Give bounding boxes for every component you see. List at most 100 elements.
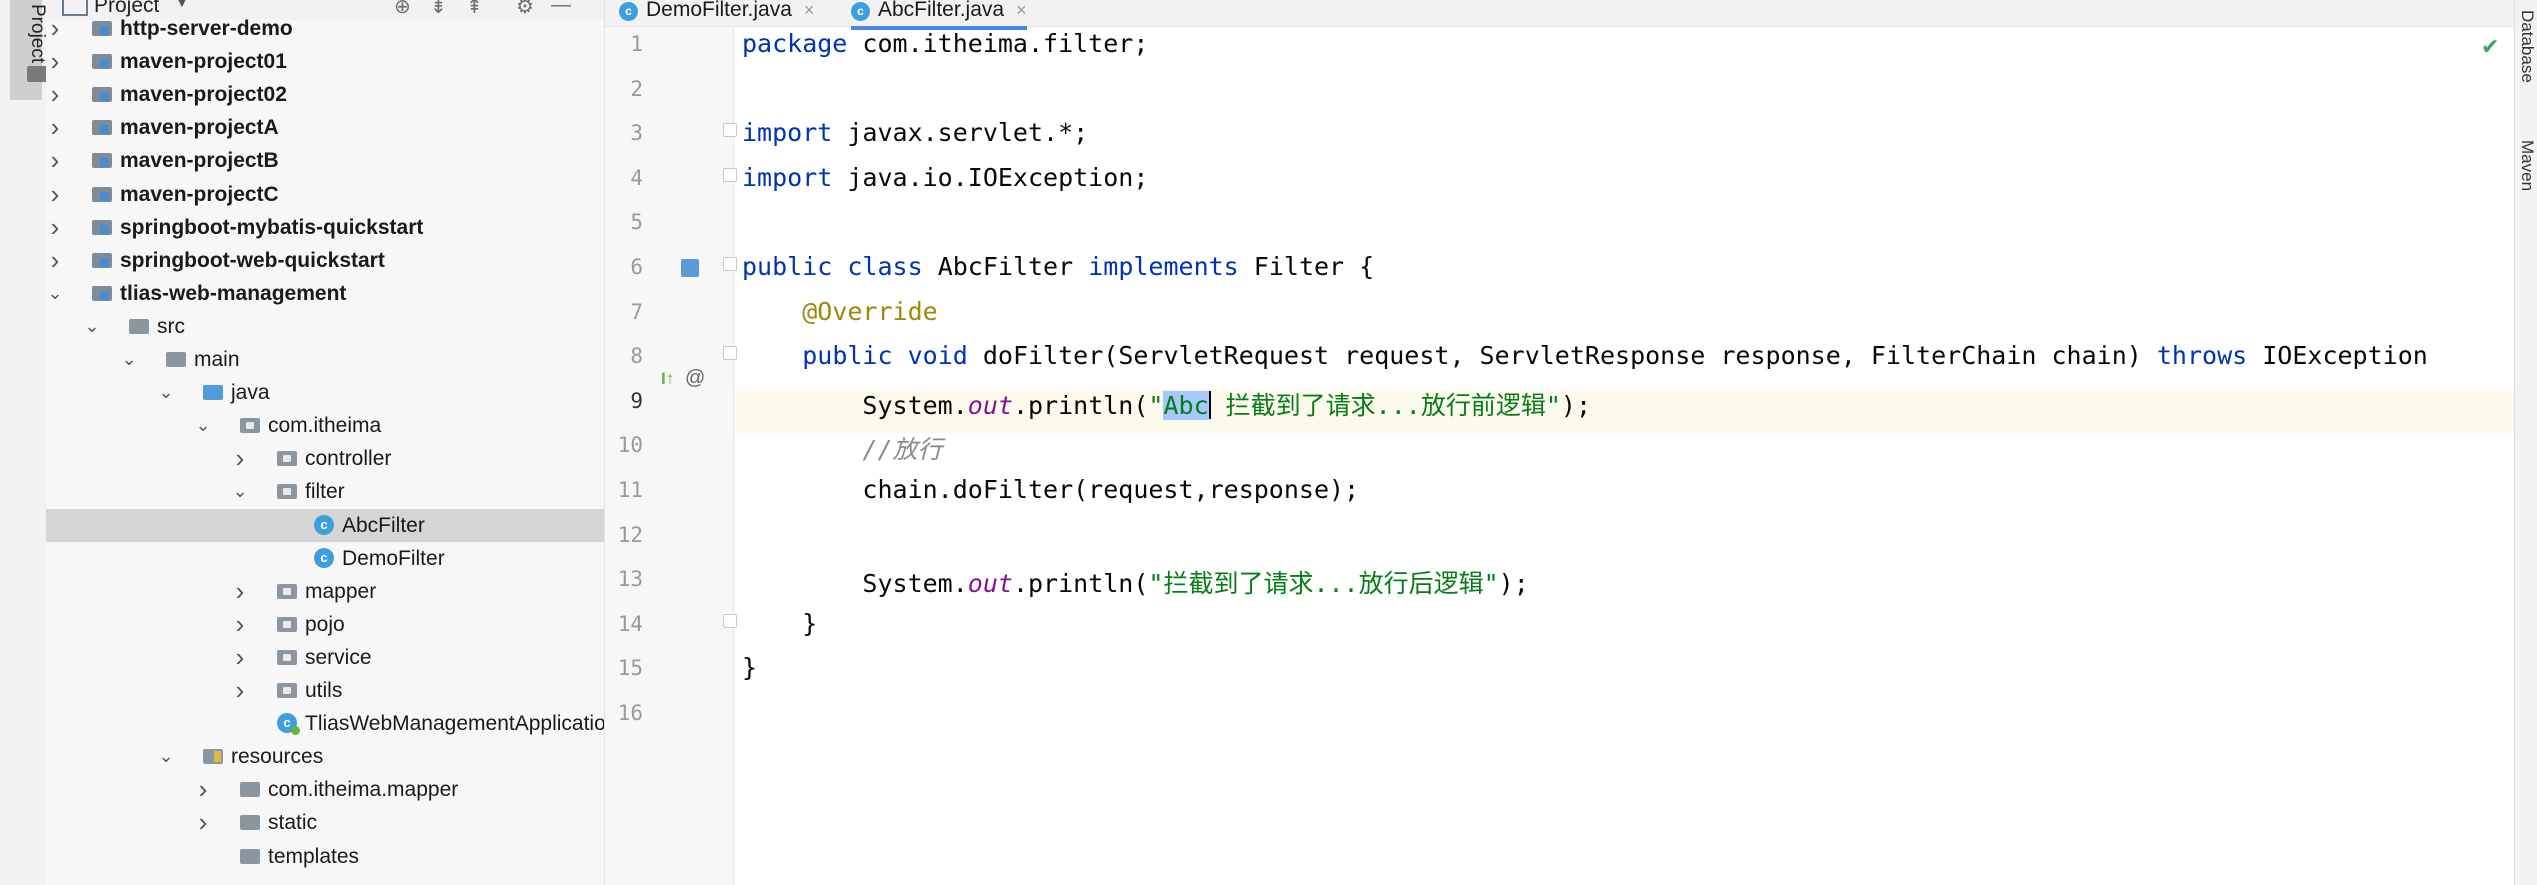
tree-item-abcfilter[interactable]: c AbcFilter	[46, 508, 604, 542]
tab-label: DemoFilter.java	[646, 0, 792, 21]
chevron-down-icon[interactable]: ⌄	[157, 740, 175, 773]
tree-item-label: pojo	[305, 612, 345, 636]
tree-item-resources[interactable]: ⌄ resources	[46, 740, 604, 773]
tree-item-filter[interactable]: ⌄ filter	[46, 475, 604, 508]
tree-item-label: static	[268, 811, 318, 835]
tree-item-src[interactable]: ⌄ src	[46, 310, 604, 343]
chevron-down-icon[interactable]: ⌄	[194, 409, 212, 442]
tree-item-label: springboot-web-quickstart	[120, 248, 385, 272]
chevron-right-icon[interactable]: ›	[46, 111, 64, 144]
project-tool-window-tab[interactable]: Project	[10, 0, 48, 100]
chevron-right-icon[interactable]: ›	[46, 178, 64, 211]
tree-item-label: filter	[305, 480, 345, 504]
chevron-down-icon[interactable]: ⌄	[120, 343, 138, 376]
tree-item-maven-project01[interactable]: › maven-project01	[46, 45, 604, 78]
close-icon[interactable]: ×	[804, 0, 815, 20]
tree-item-com-itheima-mapper[interactable]: › com.itheima.mapper	[46, 773, 604, 806]
tree-item-java[interactable]: ⌄ java	[46, 376, 604, 409]
tab-maven[interactable]: Maven	[2517, 140, 2537, 191]
code-line[interactable]: public class AbcFilter implements Filter…	[742, 252, 1374, 281]
code-line[interactable]: System.out.println("拦截到了请求...放行后逻辑");	[742, 564, 1528, 600]
tree-item-mapper[interactable]: › mapper	[46, 575, 604, 608]
chevron-down-icon[interactable]: ⌄	[157, 376, 175, 409]
chevron-right-icon[interactable]: ›	[46, 45, 64, 78]
java-class-icon: c	[851, 2, 870, 21]
tab-demofilter[interactable]: c DemoFilter.java ×	[619, 0, 814, 26]
code-line[interactable]: package com.itheima.filter;	[742, 29, 1148, 58]
chevron-right-icon[interactable]: ›	[46, 12, 64, 45]
tree-item-maven-projectb[interactable]: › maven-projectB	[46, 144, 604, 177]
tree-item-http-server-demo[interactable]: › http-server-demo	[46, 12, 604, 45]
source-folder-icon	[203, 385, 223, 401]
line-number: 1	[630, 32, 643, 56]
hierarchy-icon[interactable]	[681, 259, 699, 277]
project-tool-window-label: Project	[27, 4, 48, 64]
line-number: 13	[617, 567, 643, 592]
tree-item-templates[interactable]: templates	[46, 840, 604, 873]
line-number: 14	[617, 611, 643, 636]
tree-item-demofilter[interactable]: c DemoFilter	[46, 542, 604, 575]
tree-item-service[interactable]: › service	[46, 641, 604, 674]
chevron-right-icon[interactable]: ›	[231, 575, 249, 608]
tree-item-maven-project02[interactable]: › maven-project02	[46, 78, 604, 111]
chevron-right-icon[interactable]: ›	[46, 244, 64, 277]
tree-item-label: com.itheima.mapper	[268, 778, 459, 802]
resources-folder-icon	[203, 749, 223, 765]
chevron-right-icon[interactable]: ›	[46, 78, 64, 111]
chevron-right-icon[interactable]: ›	[194, 773, 212, 806]
tree-item-pojo[interactable]: › pojo	[46, 608, 604, 641]
tab-abcfilter[interactable]: c AbcFilter.java ×	[851, 0, 1027, 30]
code-line[interactable]: //放行	[742, 430, 942, 466]
tree-item-label: maven-projectC	[120, 182, 279, 206]
tree-item-springboot-mybatis-quickstart[interactable]: › springboot-mybatis-quickstart	[46, 211, 604, 244]
tab-database[interactable]: Database	[2517, 10, 2537, 83]
line-number: 7	[630, 299, 643, 324]
spring-boot-class-icon: c	[277, 713, 300, 736]
chevron-down-icon[interactable]: ⌄	[83, 310, 101, 343]
checkmark-icon[interactable]: ✔	[2481, 34, 2499, 60]
close-icon[interactable]: ×	[1016, 0, 1027, 20]
tree-item-main[interactable]: ⌄ main	[46, 343, 604, 376]
chevron-right-icon[interactable]: ›	[231, 608, 249, 641]
chevron-down-icon[interactable]: ⌄	[46, 277, 64, 310]
tree-item-tliaswebmanagementapplication[interactable]: c TliasWebManagementApplication	[46, 707, 604, 740]
tree-item-controller[interactable]: › controller	[46, 442, 604, 475]
module-icon	[92, 87, 112, 103]
tree-item-label: maven-project02	[120, 83, 287, 107]
tree-item-tlias-web-management[interactable]: ⌄ tlias-web-management	[46, 277, 604, 310]
implementing-method-icon[interactable]: I↑	[661, 369, 674, 389]
tree-item-maven-projectc[interactable]: › maven-projectC	[46, 178, 604, 211]
tree-item-maven-projecta[interactable]: › maven-projectA	[46, 111, 604, 144]
chevron-down-icon[interactable]: ⌄	[231, 475, 249, 508]
tree-item-static[interactable]: › static	[46, 806, 604, 839]
code-line[interactable]: chain.doFilter(request,response);	[742, 475, 1359, 504]
code-editor[interactable]: package com.itheima.filter; import javax.…	[734, 27, 2514, 885]
package-icon	[277, 616, 297, 632]
chevron-right-icon[interactable]: ›	[46, 144, 64, 177]
code-line[interactable]: @Override	[742, 297, 937, 326]
tab-label: AbcFilter.java	[878, 0, 1005, 21]
tree-item-label: AbcFilter	[342, 513, 425, 537]
tree-item-com-itheima[interactable]: ⌄ com.itheima	[46, 409, 604, 442]
chevron-right-icon[interactable]: ›	[231, 442, 249, 475]
code-line[interactable]: }	[742, 609, 817, 638]
java-class-icon: c	[314, 514, 334, 535]
folder-icon	[240, 815, 260, 831]
tree-item-utils[interactable]: › utils	[46, 674, 604, 707]
chevron-right-icon[interactable]: ›	[194, 806, 212, 839]
code-line[interactable]: }	[742, 653, 757, 682]
chevron-right-icon[interactable]: ›	[231, 641, 249, 674]
code-line[interactable]: public void doFilter(ServletRequest requ…	[742, 341, 2428, 370]
package-icon	[277, 451, 297, 467]
chevron-right-icon[interactable]: ›	[231, 674, 249, 707]
annotation-at-icon[interactable]: @	[685, 367, 705, 390]
code-line[interactable]: import javax.servlet.*;	[742, 118, 1088, 147]
tree-item-springboot-web-quickstart[interactable]: › springboot-web-quickstart	[46, 244, 604, 277]
line-number: 15	[617, 656, 643, 681]
code-line[interactable]: System.out.println("Abc 拦截到了请求...放行前逻辑")…	[742, 386, 1591, 422]
package-icon	[277, 484, 297, 500]
chevron-right-icon[interactable]: ›	[46, 211, 64, 244]
chevron-down-icon[interactable]: ▼	[174, 0, 190, 12]
tree-item-label: com.itheima	[268, 414, 382, 438]
code-line[interactable]: import java.io.IOException;	[742, 163, 1148, 192]
